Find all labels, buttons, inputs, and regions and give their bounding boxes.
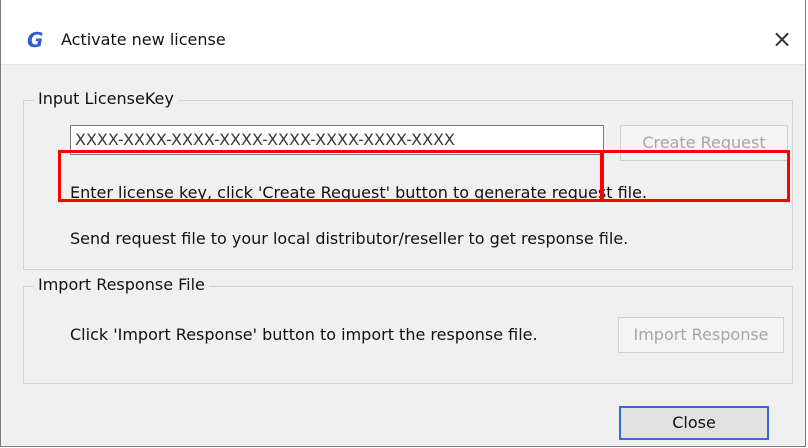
close-icon[interactable]: × xyxy=(767,24,797,54)
highlight-box-create-request xyxy=(600,150,790,202)
dialog-title: Activate new license xyxy=(61,30,226,49)
import-response-group: Import Response File Click 'Import Respo… xyxy=(23,275,793,384)
app-logo-icon: G xyxy=(27,28,44,52)
instruction-import-response: Click 'Import Response' button to import… xyxy=(70,325,538,344)
activate-license-dialog: G Activate new license × Input LicenseKe… xyxy=(0,0,806,447)
highlight-box-instruction xyxy=(58,150,604,202)
instruction-send-request: Send request file to your local distribu… xyxy=(70,229,629,248)
title-bar: G Activate new license × xyxy=(1,0,805,65)
close-button[interactable]: Close xyxy=(619,406,769,440)
import-response-label: Import Response File xyxy=(34,275,209,294)
license-key-value: XXXX-XXXX-XXXX-XXXX-XXXX-XXXX-XXXX-XXXX xyxy=(75,130,456,149)
import-response-button[interactable]: Import Response xyxy=(618,317,784,353)
input-license-key-label: Input LicenseKey xyxy=(34,89,178,108)
